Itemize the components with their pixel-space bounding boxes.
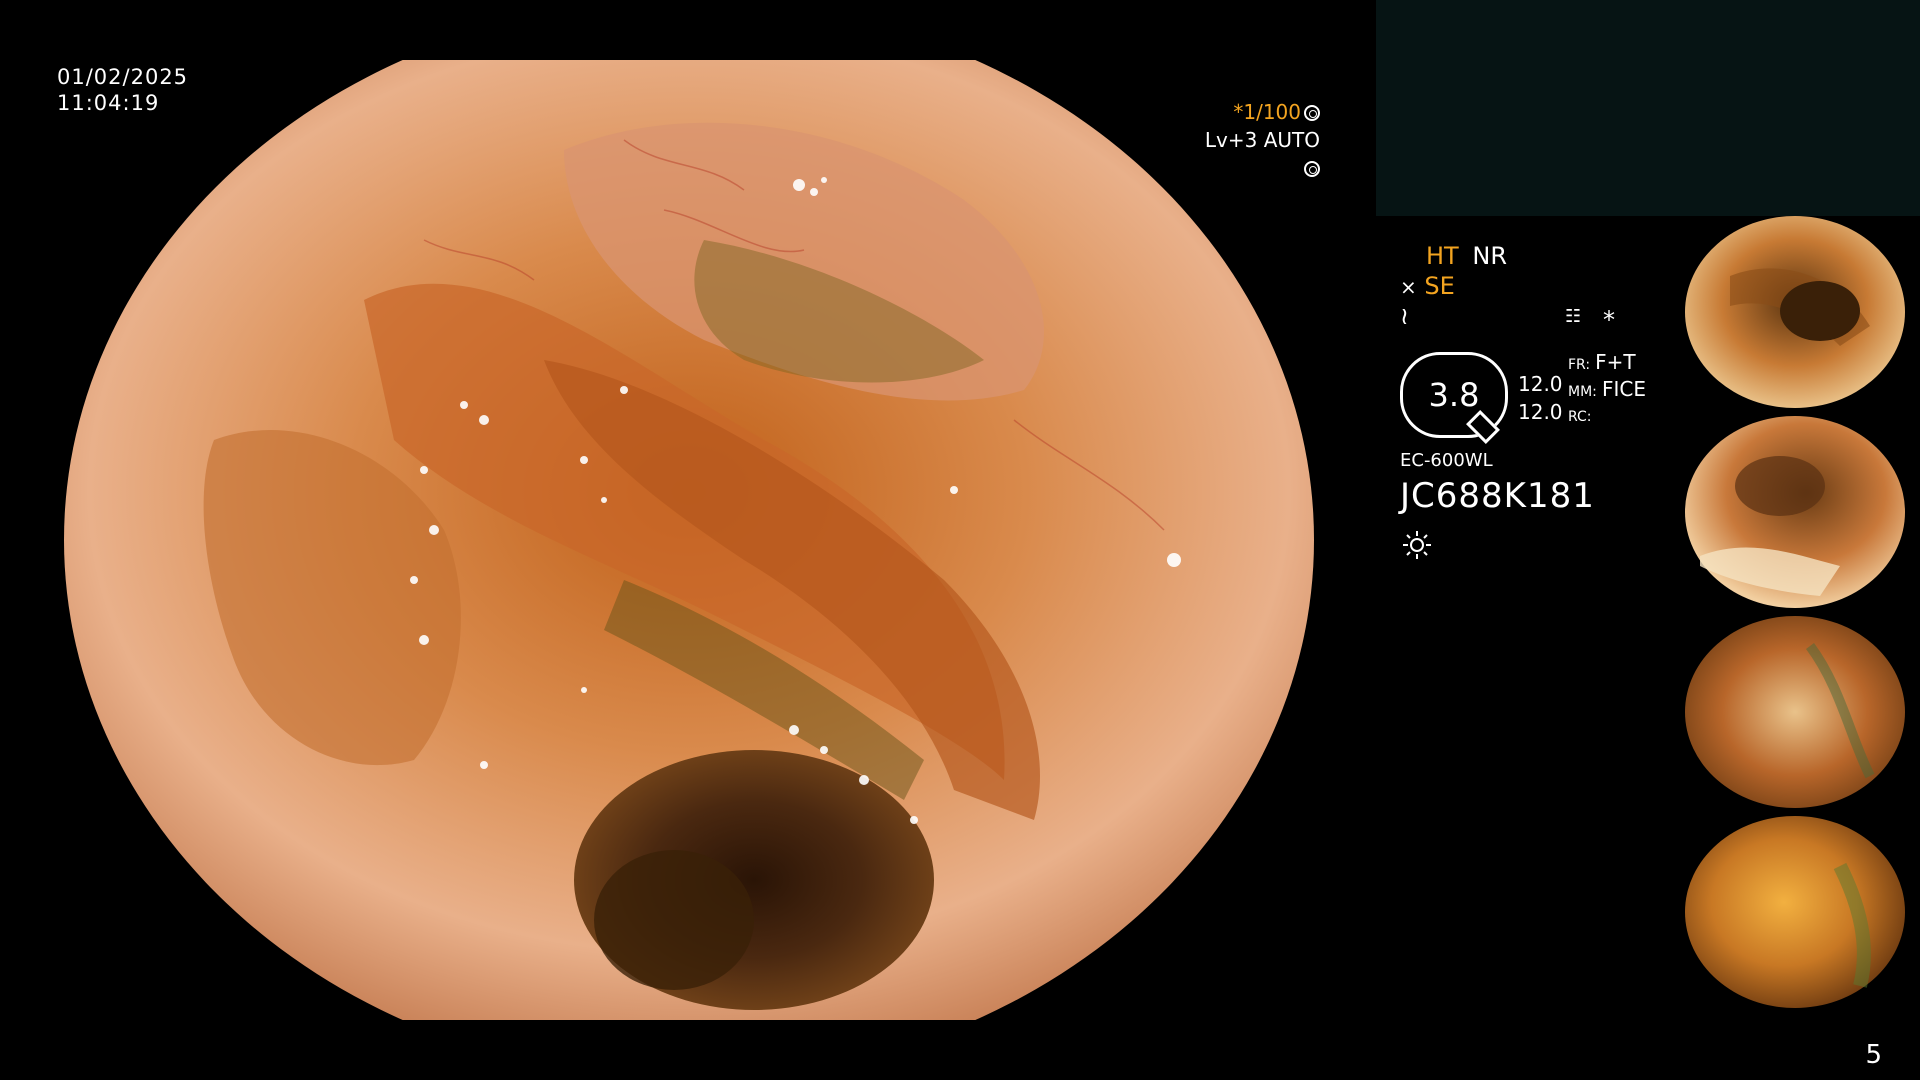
param-value-2: 12.0: [1518, 400, 1563, 424]
thumbnail-2[interactable]: [1670, 416, 1920, 608]
date-text: 01/02/2025: [57, 65, 189, 89]
enhance-icon: ⨯: [1400, 275, 1417, 299]
fr-value: F+T: [1595, 350, 1636, 374]
mm-label: MM:: [1568, 384, 1597, 400]
scope-serial: JC688K181: [1400, 476, 1595, 516]
page-number: 5: [1865, 1040, 1882, 1070]
timestamp: 01/02/2025 11:04:19: [57, 64, 188, 116]
time-text: 11:04:19: [57, 91, 160, 115]
zoom-ratio: 3.8: [1428, 376, 1480, 414]
mm-value: FICE: [1601, 377, 1646, 401]
top-info-panel: [1376, 0, 1920, 216]
rc-label: RC:: [1568, 409, 1592, 425]
parameter-values: 12.0 12.0: [1518, 370, 1563, 426]
param-value-1: 12.0: [1518, 372, 1563, 396]
endoscopy-main-image: [64, 60, 1314, 1020]
signal-icon: ≀: [1400, 302, 1409, 330]
shutter-speed: *1/100: [1233, 100, 1301, 124]
nr-indicator: NR: [1472, 242, 1507, 270]
auto-icon: [1304, 161, 1320, 177]
star-indicator: *: [1603, 306, 1615, 334]
ht-indicator: HT: [1426, 242, 1459, 270]
menu-icon: ☷: [1565, 306, 1582, 327]
scope-model: EC-600WL: [1400, 450, 1493, 471]
thumbnail-4[interactable]: [1670, 816, 1920, 1008]
magnifier-handle-icon: [1466, 410, 1500, 444]
mode-table: FR: F+T MM: FICE RC:: [1568, 350, 1646, 429]
thumbnail-1[interactable]: [1670, 216, 1920, 408]
fr-label: FR:: [1568, 357, 1591, 373]
zoom-ratio-badge: 3.8: [1400, 352, 1508, 444]
shutter-icon: [1304, 105, 1320, 121]
thumbnail-strip: [1670, 216, 1920, 1016]
level-text: Lv+3 AUTO: [1204, 128, 1320, 152]
tissue-illustration: [64, 60, 1314, 1020]
exposure-readout: *1/100 Lv+3 AUTO: [1195, 98, 1320, 182]
light-icon: [1402, 530, 1432, 564]
se-indicator: SE: [1424, 272, 1455, 300]
thumbnail-3[interactable]: [1670, 616, 1920, 808]
